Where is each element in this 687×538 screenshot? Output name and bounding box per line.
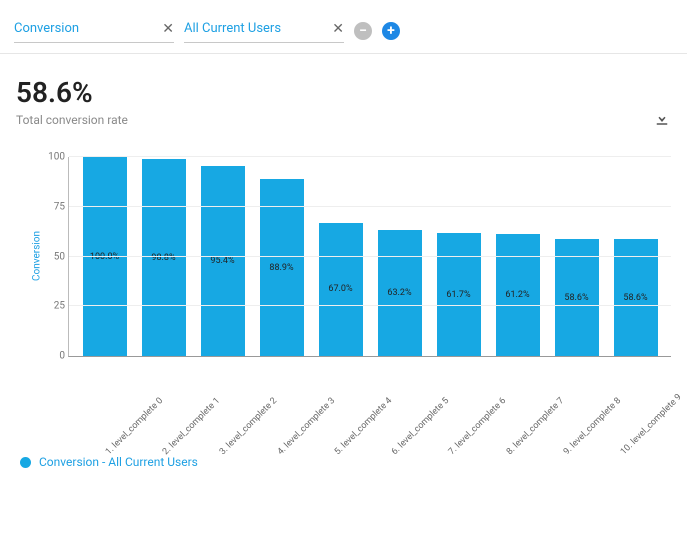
bar-value-label: 88.9% [269,263,293,273]
bar-value-label: 61.7% [446,290,470,300]
filter-metric-label: Conversion [14,21,79,36]
bar: 100.0% [83,157,127,356]
bar: 67.0% [319,223,363,356]
x-axis-categories: 1. level_complete 02. level_complete 13.… [68,357,671,375]
summary-label: Total conversion rate [16,113,128,127]
remove-filter-button[interactable]: − [354,22,372,40]
plot-area: 100.0% 98.8% 95.4% 88.9% 67.0% 63.2% 61.7% 61.2… [68,157,671,357]
legend-dot-icon [20,457,31,468]
bar: 58.6% [555,239,599,356]
bar-value-label: 63.2% [387,288,411,298]
bar-value-label: 95.4% [210,256,234,266]
bar: 98.8% [142,159,186,356]
gridline [69,256,671,257]
chart: Conversion 100.0%98.8%95.4%88.9%67.0%63.… [0,127,687,385]
y-tick-label: 0 [39,351,65,362]
add-filter-button[interactable]: + [382,22,400,40]
bars-container: 100.0% 98.8% 95.4% 88.9% 67.0% 63.2% 61.7% 61.2… [69,157,671,356]
bar-value-label: 61.2% [505,290,529,300]
filter-metric[interactable]: Conversion ✕ [14,18,174,43]
summary-value: 58.6% [16,76,128,109]
y-tick-label: 25 [39,301,65,312]
gridline [69,305,671,306]
close-icon[interactable]: ✕ [162,22,174,36]
filter-segment[interactable]: All Current Users ✕ [184,18,344,43]
download-icon[interactable] [653,109,671,127]
summary-row: 58.6% Total conversion rate [0,54,687,127]
gridline [69,206,671,207]
filter-segment-label: All Current Users [184,21,281,36]
bar-value-label: 67.0% [328,284,352,294]
y-tick-label: 75 [39,201,65,212]
bar-value-label: 100.0% [90,252,119,262]
y-tick-label: 50 [39,251,65,262]
close-icon[interactable]: ✕ [332,22,344,36]
filter-bar: Conversion ✕ All Current Users ✕ − + [0,0,687,54]
bar: 61.7% [437,233,481,356]
y-tick-label: 100 [39,152,65,163]
bar: 95.4% [201,166,245,356]
gridline [69,156,671,157]
bar-value-label: 98.8% [151,253,175,263]
bar-value-label: 58.6% [564,293,588,303]
bar-value-label: 58.6% [623,293,647,303]
bar: 63.2% [378,230,422,356]
bar: 61.2% [496,234,540,356]
legend-label: Conversion - All Current Users [39,455,198,469]
bar: 58.6% [614,239,658,356]
